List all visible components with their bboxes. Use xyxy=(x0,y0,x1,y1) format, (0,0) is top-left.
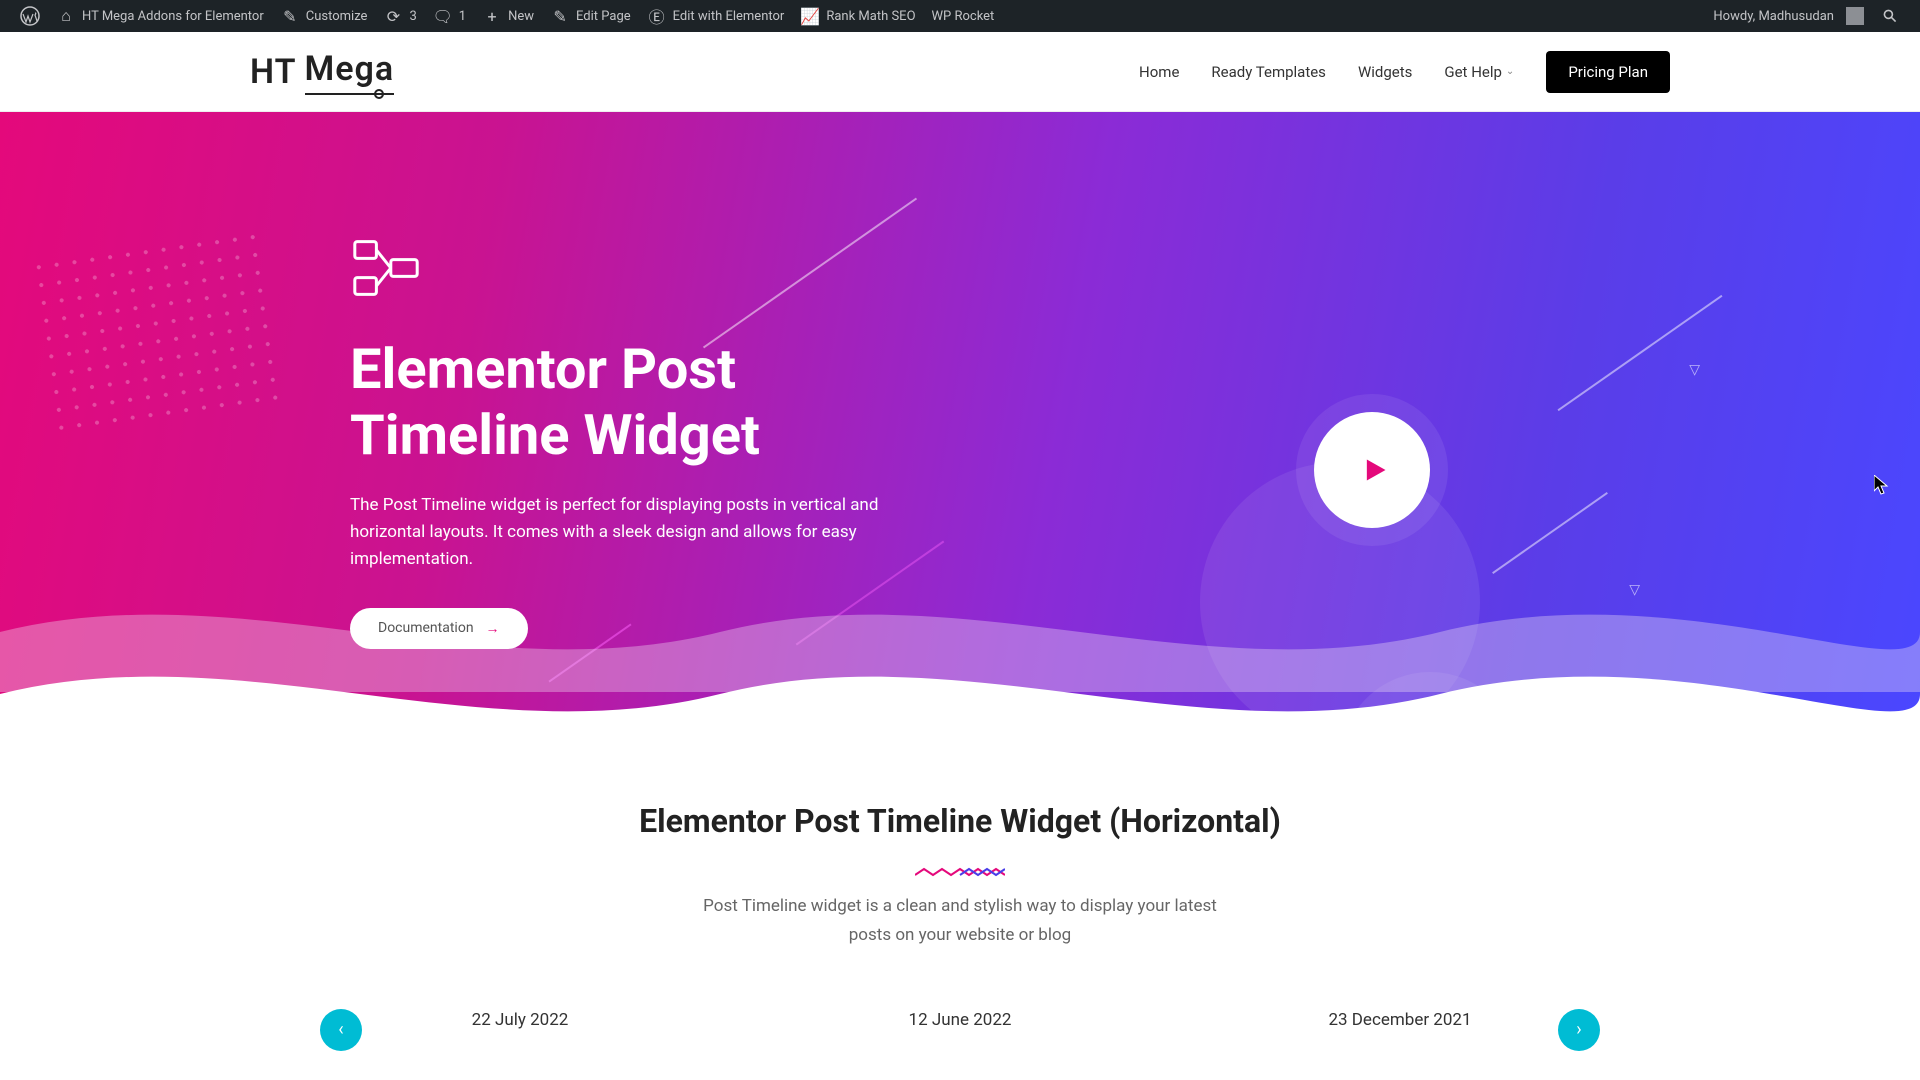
customize-label: Customize xyxy=(306,9,368,24)
arrow-right-icon: → xyxy=(486,620,500,637)
edit-elementor-link[interactable]: Ⓔ Edit with Elementor xyxy=(639,0,793,32)
site-name[interactable]: ⌂ HT Mega Addons for Elementor xyxy=(48,0,272,32)
updates-icon: ⟳ xyxy=(383,6,403,26)
brush-icon: ✎ xyxy=(280,6,300,26)
site-name-label: HT Mega Addons for Elementor xyxy=(82,9,264,24)
search-toggle[interactable] xyxy=(1872,0,1908,32)
user-avatar xyxy=(1846,7,1864,25)
edit-page-label: Edit Page xyxy=(576,9,631,24)
user-greeting[interactable]: Howdy, Madhusudan xyxy=(1705,0,1872,32)
hero-title: Elementor Post Timeline Widget xyxy=(350,336,900,468)
wordpress-icon xyxy=(20,6,40,26)
edit-page-link[interactable]: ✎ Edit Page xyxy=(542,0,639,32)
chevron-down-icon: ⌄ xyxy=(1506,66,1514,77)
hero: ▽ ▽ Elementor Post Timeline Widget The P… xyxy=(0,112,1920,732)
wp-logo[interactable] xyxy=(12,0,48,32)
timeline-icon xyxy=(350,232,900,308)
timeline-item[interactable]: 12 June 2022 xyxy=(740,1010,1180,1050)
hero-content: Elementor Post Timeline Widget The Post … xyxy=(0,112,900,649)
documentation-button[interactable]: Documentation → xyxy=(350,608,528,649)
home-icon: ⌂ xyxy=(56,6,76,26)
doc-btn-label: Documentation xyxy=(378,620,474,636)
play-video-button[interactable] xyxy=(1314,412,1430,528)
rankmath-label: Rank Math SEO xyxy=(826,9,915,24)
mouse-cursor xyxy=(1874,475,1890,499)
timeline-item[interactable]: 23 December 2021 xyxy=(1180,1010,1620,1050)
updates-link[interactable]: ⟳3 xyxy=(375,0,424,32)
updates-count: 3 xyxy=(409,9,416,24)
nav-ready-templates[interactable]: Ready Templates xyxy=(1211,63,1326,81)
main-nav: Home Ready Templates Widgets Get Help ⌄ … xyxy=(1139,51,1670,93)
pricing-button[interactable]: Pricing Plan xyxy=(1546,51,1670,93)
timeline-item[interactable]: 22 July 2022 xyxy=(300,1010,740,1050)
timeline-carousel: ‹ 22 July 2022 12 June 2022 23 December … xyxy=(0,1010,1920,1050)
nav-get-help[interactable]: Get Help ⌄ xyxy=(1444,63,1514,81)
timeline-date: 23 December 2021 xyxy=(1180,1010,1620,1030)
section-description: Post Timeline widget is a clean and styl… xyxy=(680,892,1240,950)
rankmath-link[interactable]: 📈 Rank Math SEO xyxy=(792,0,923,32)
wp-admin-bar: ⌂ HT Mega Addons for Elementor ✎ Customize… xyxy=(0,0,1920,32)
nav-get-help-label: Get Help xyxy=(1444,63,1502,81)
wprocket-label: WP Rocket xyxy=(932,9,995,24)
site-header: HT Mega Home Ready Templates Widgets Get… xyxy=(0,32,1920,112)
new-link[interactable]: + New xyxy=(474,0,542,32)
wprocket-link[interactable]: WP Rocket xyxy=(924,0,1003,32)
logo[interactable]: HT Mega xyxy=(250,49,394,95)
plus-icon: + xyxy=(482,6,502,26)
timeline-section: Elementor Post Timeline Widget (Horizont… xyxy=(0,732,1920,1050)
nav-home[interactable]: Home xyxy=(1139,63,1179,81)
nav-widgets[interactable]: Widgets xyxy=(1358,63,1412,81)
adminbar-right: Howdy, Madhusudan xyxy=(1705,0,1908,32)
hero-description: The Post Timeline widget is perfect for … xyxy=(350,492,900,574)
pencil-icon: ✎ xyxy=(550,6,570,26)
greeting-text: Howdy, Madhusudan xyxy=(1713,9,1834,24)
carousel-prev-button[interactable]: ‹ xyxy=(320,1009,362,1051)
comments-link[interactable]: 🗨1 xyxy=(425,0,474,32)
elementor-icon: Ⓔ xyxy=(647,6,667,26)
timeline-date: 12 June 2022 xyxy=(740,1010,1180,1030)
customize-link[interactable]: ✎ Customize xyxy=(272,0,376,32)
timeline-date: 22 July 2022 xyxy=(300,1010,740,1030)
new-label: New xyxy=(508,9,534,24)
edit-elementor-label: Edit with Elementor xyxy=(673,9,785,24)
adminbar-left: ⌂ HT Mega Addons for Elementor ✎ Customize… xyxy=(12,0,1002,32)
section-title: Elementor Post Timeline Widget (Horizont… xyxy=(0,802,1920,840)
search-icon xyxy=(1880,6,1900,26)
comment-icon: 🗨 xyxy=(433,6,453,26)
comments-count: 1 xyxy=(459,9,466,24)
carousel-next-button[interactable]: › xyxy=(1558,1009,1600,1051)
divider-zigzag xyxy=(915,862,1005,872)
decor-triangle: ▽ xyxy=(1689,362,1700,378)
play-icon xyxy=(1361,456,1389,484)
chart-icon: 📈 xyxy=(800,6,820,26)
